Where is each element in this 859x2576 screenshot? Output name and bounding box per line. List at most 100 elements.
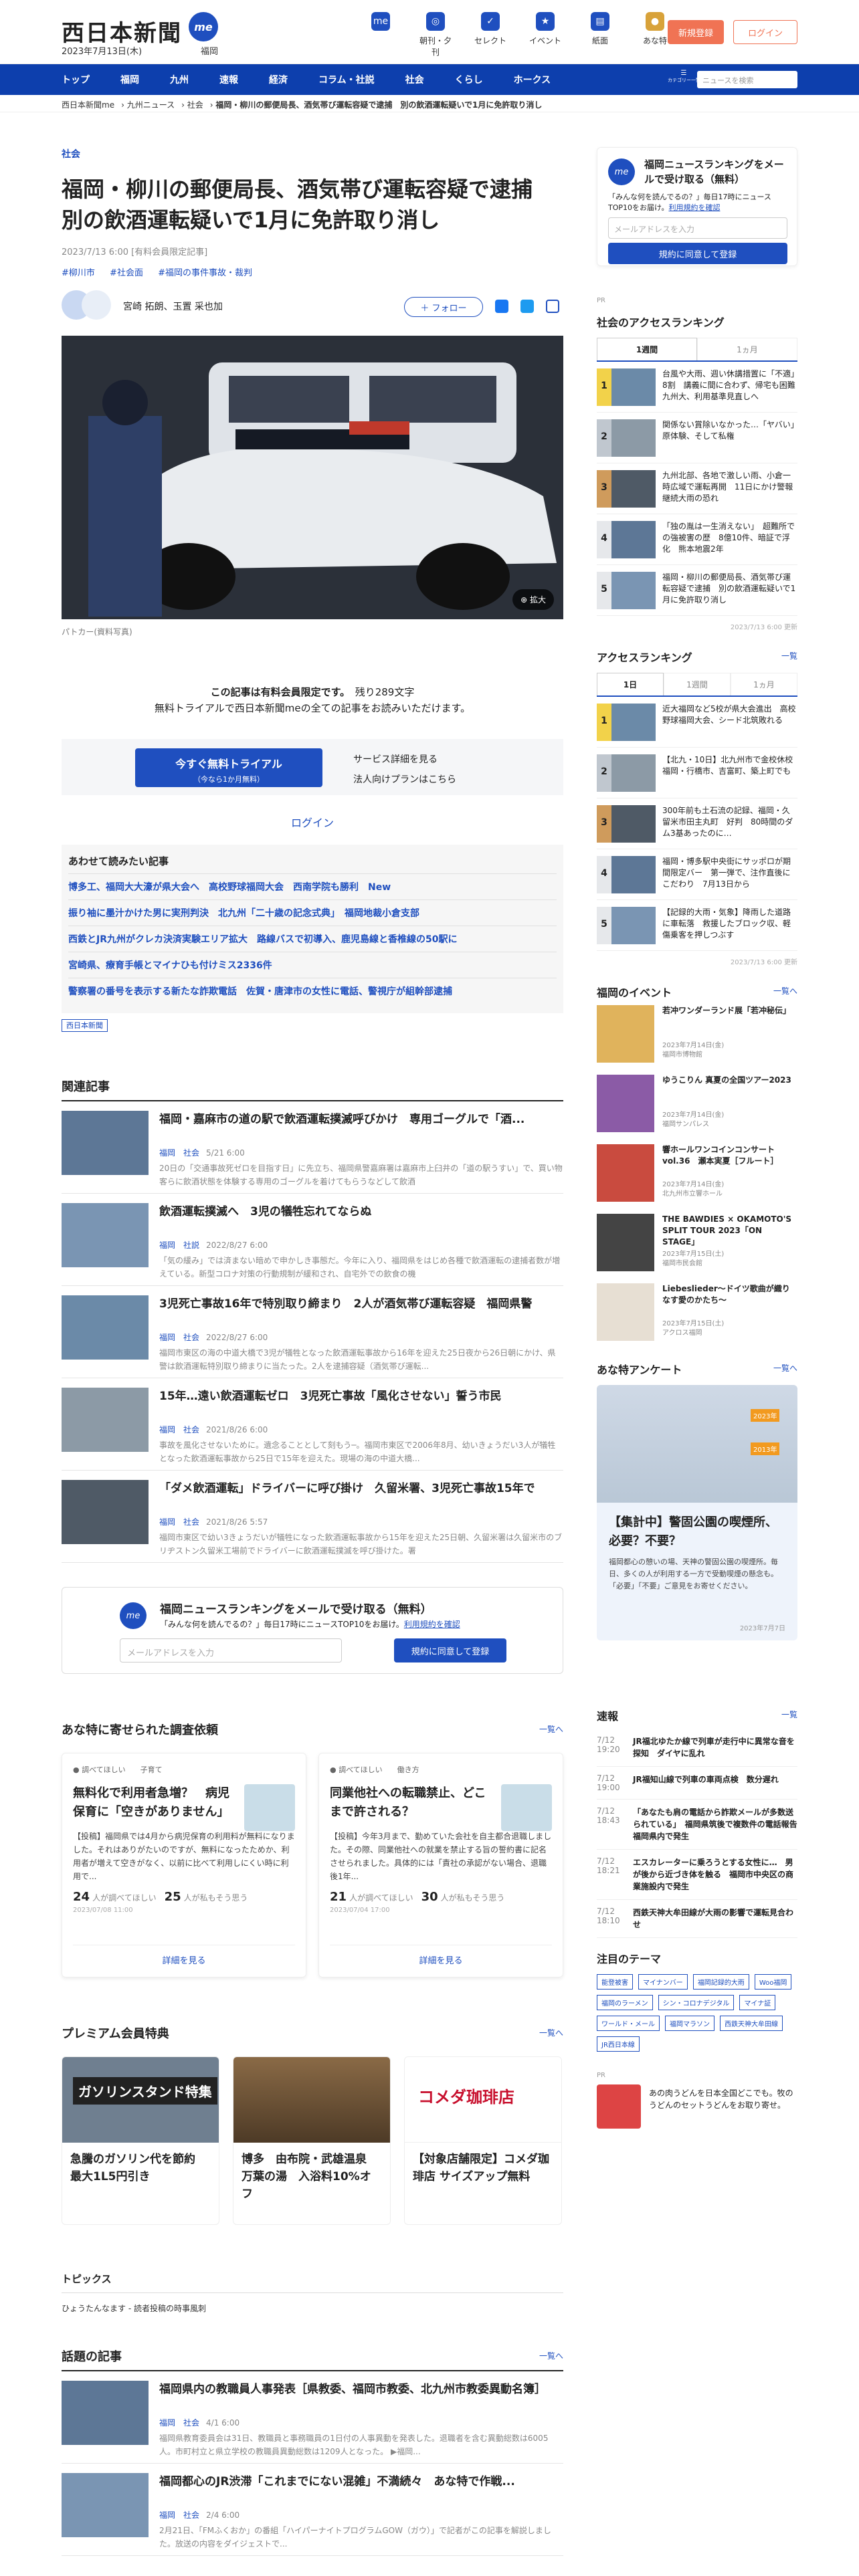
- nav-life[interactable]: くらし: [455, 73, 483, 86]
- paywall-login-link[interactable]: ログイン: [62, 814, 563, 830]
- source-tag[interactable]: 西日本新聞: [62, 1019, 563, 1032]
- newspaper-link[interactable]: ◎ 朝刊・夕刊: [416, 12, 455, 58]
- article-link-title[interactable]: 福岡都心のJR渋滞「これまでにない混雑」不満続々 あな特で作戦...: [159, 2473, 563, 2490]
- ranking-item[interactable]: 1 台風や大雨、週い休講措置に「不適」8割 講義に間に合わず、帰宅も困難 九州大、…: [597, 362, 797, 413]
- theme-tag[interactable]: 福岡のラーメン: [597, 1995, 653, 2010]
- paper-link[interactable]: ▤ 紙面: [581, 12, 619, 58]
- theme-tag[interactable]: マイナ証: [739, 1995, 776, 2010]
- follow-button[interactable]: ＋ フォロー: [404, 297, 483, 317]
- event-item[interactable]: THE BAWDIES × OKAMOTO'S SPLIT TOUR 2023「…: [597, 1214, 797, 1278]
- more-link[interactable]: 一覧へ: [539, 2350, 563, 2361]
- more-link[interactable]: 一覧へ: [773, 985, 797, 996]
- nav-fukuoka[interactable]: 福岡: [120, 73, 139, 86]
- event-link[interactable]: ★ イベント: [526, 12, 565, 58]
- detail-button[interactable]: 詳細を見る: [73, 1945, 295, 1966]
- nav-top[interactable]: トップ: [62, 73, 90, 86]
- article-link-title[interactable]: 15年…遠い飲酒運転ゼロ 3児死亡事故「風化させない」誓う市民: [159, 1388, 563, 1405]
- article-link-title[interactable]: 「ダメ飲酒運転」ドライバーに呼び掛け 久留米署、3児死亡事故15年で: [159, 1480, 563, 1497]
- service-detail-link[interactable]: サービス詳細を見る: [353, 750, 456, 770]
- author-avatar[interactable]: [82, 290, 111, 320]
- more-link[interactable]: 一覧: [781, 1709, 797, 1720]
- premium-card[interactable]: コメダ珈琲店 【対象店舗限定】コメダ珈琲店 サイズアップ無料: [404, 2056, 562, 2225]
- site-logo[interactable]: 西日本新聞: [62, 15, 182, 47]
- enquete-card[interactable]: 2023年 2013年 【集計中】警固公園の喫煙所、必要？不要？ 福岡都心の憩い…: [597, 1385, 797, 1640]
- region-label[interactable]: 福岡: [201, 44, 218, 57]
- list-item[interactable]: 「ダメ飲酒運転」ドライバーに呼び掛け 久留米署、3児死亡事故15年で 福岡 社会 2…: [62, 1471, 563, 1563]
- register-button[interactable]: 新規登録: [668, 20, 724, 44]
- nav-society[interactable]: 社会: [405, 73, 424, 86]
- anatoku-card[interactable]: ● 調べてほしい 子育て 無料化で利用者急増？ 病児保育に「空きがありません」 【投…: [62, 1753, 306, 1977]
- zoom-button[interactable]: ⊕ 拡大: [512, 589, 554, 610]
- list-item[interactable]: 福岡・嘉麻市の道の駅で飲酒運転撲滅呼びかけ 専用ゴーグルで「酒... 福岡 社会 5…: [62, 1101, 563, 1194]
- more-link[interactable]: 一覧へ: [539, 1723, 563, 1735]
- select-link[interactable]: ✓ セレクト: [471, 12, 510, 58]
- email-field[interactable]: メールアドレスを入力: [608, 217, 787, 239]
- theme-tag[interactable]: 西鉄天神大牟田線: [720, 2016, 783, 2031]
- pr-ad[interactable]: あの肉うどんを日本全国どこでも。牧のうどんのセットうどんをお取り寄せ。: [597, 2084, 797, 2138]
- theme-tag[interactable]: ワールド・メール: [597, 2016, 660, 2031]
- tab-day[interactable]: 1日: [597, 673, 664, 695]
- me-logo[interactable]: me: [189, 12, 218, 41]
- category-menu-button[interactable]: ☰ カテゴリー一覧: [668, 70, 700, 84]
- crumb-kyushu[interactable]: 九州ニュース: [127, 100, 175, 110]
- theme-tag[interactable]: JR西日本線: [597, 2036, 640, 2052]
- more-link[interactable]: 一覧: [781, 650, 797, 661]
- nav-column[interactable]: コラム・社説: [318, 73, 375, 86]
- premium-card[interactable]: 博多 由布院・武雄温泉 万葉の湯 入浴料10%オフ: [233, 2056, 391, 2225]
- more-link[interactable]: 一覧へ: [773, 1362, 797, 1374]
- ranking-item[interactable]: 4 「独の胤は一生消えない」 超難所での強被害の歴 8億10件、暗証で浮化 熊本地…: [597, 514, 797, 565]
- crumb-society[interactable]: 社会: [187, 100, 203, 110]
- detail-button[interactable]: 詳細を見る: [330, 1945, 552, 1966]
- list-item[interactable]: 15年…遠い飲酒運転ゼロ 3児死亡事故「風化させない」誓う市民 福岡 社会 2021…: [62, 1378, 563, 1471]
- article-photo[interactable]: ⊕ 拡大: [62, 336, 563, 619]
- event-item[interactable]: ゆうこりん 真夏の全国ツアー2023 2023年7月14日(金) 福岡サンパレス: [597, 1075, 797, 1139]
- email-field[interactable]: メールアドレスを入力: [120, 1638, 342, 1662]
- ranking-item[interactable]: 2 【北九・10日】北九州市で金校休校 福岡・行橋市、吉富町、築上町でも: [597, 748, 797, 798]
- more-link[interactable]: 一覧へ: [539, 2027, 563, 2038]
- author-names[interactable]: 宮崎 拓朗、玉置 采也加: [123, 300, 223, 313]
- ranking-item[interactable]: 5 福岡・柳川の郵便局長、酒気帯び運転容疑で逮捕 別の飲酒運転疑いで1月に免許取り…: [597, 565, 797, 616]
- article-link-title[interactable]: 福岡・嘉麻市の道の駅で飲酒運転撲滅呼びかけ 専用ゴーグルで「酒...: [159, 1111, 563, 1128]
- theme-tag[interactable]: Woo福岡: [754, 1974, 792, 1990]
- ranking-item[interactable]: 2 関係ない賞除いなかった…「ヤバい」原体験、そして私権: [597, 413, 797, 463]
- terms-link[interactable]: 利用規約を確認: [668, 203, 720, 212]
- theme-tag[interactable]: 福岡記録的大雨: [692, 1974, 749, 1990]
- article-link-title[interactable]: 3児死亡事故16年で特別取り締まり 2人が酒気帯び運転容疑 福岡県警: [159, 1295, 563, 1313]
- subscribe-button[interactable]: 規約に同意して登録: [608, 243, 787, 264]
- list-item[interactable]: 福岡都心のJR渋滞「これまでにない混雑」不満続々 あな特で作戦... 福岡 社会 2…: [62, 2464, 563, 2556]
- ranking-item[interactable]: 5 【記録的大雨・気象】降雨した道路に車転落 救援したブロック収、軽傷乗客を押しつ…: [597, 900, 797, 951]
- nav-hawks[interactable]: ホークス: [514, 73, 551, 86]
- ranking-item[interactable]: 1 近大福岡など5校が県大会進出 高校野球福岡大会、シード北筑敗れる: [597, 697, 797, 748]
- list-item[interactable]: 福岡県内の教職員人事発表［県教委、福岡市教委、北九州市教委異動名簿］ 福岡 社会 4…: [62, 2371, 563, 2464]
- login-button[interactable]: ログイン: [733, 20, 797, 44]
- flash-item[interactable]: 7/12 19:20 JR福北ゆたか線で列車が走行中に異常な音を探知 ダイヤに乱れ: [597, 1729, 797, 1767]
- terms-link[interactable]: 利用規約を確認: [404, 1620, 460, 1629]
- tab-week[interactable]: 1週間: [597, 338, 697, 360]
- premium-card[interactable]: ガソリンスタンド特集 急騰のガソリン代を節約 最大1L5円引き: [62, 2056, 219, 2225]
- theme-tag[interactable]: シン・コロナデジタル: [658, 1995, 735, 2010]
- together-item[interactable]: 西鉄とJR九州がクレカ決済実験エリア拡大 路線バスで初導入、鹿児島線と香椎線の5…: [68, 926, 557, 952]
- tab-week[interactable]: 1週間: [664, 673, 731, 695]
- anatoku-card[interactable]: ● 調べてほしい 働き方 同業他社への転職禁止、どこまで許される？ 【投稿】今年3月…: [318, 1753, 563, 1977]
- list-item[interactable]: 3児死亡事故16年で特別取り締まり 2人が酒気帯び運転容疑 福岡県警 福岡 社会 2…: [62, 1286, 563, 1378]
- event-item[interactable]: 若冲ワンダーランド展「若冲秘伝」 2023年7月14日(金) 福岡市博物館: [597, 1005, 797, 1069]
- flash-item[interactable]: 7/12 18:43 「あなたも肩の電話から詐欺メールが多数送られている」 福岡県…: [597, 1800, 805, 1850]
- theme-tag[interactable]: 能登被害: [597, 1974, 633, 1990]
- tab-month[interactable]: 1ヵ月: [731, 673, 797, 695]
- free-trial-button[interactable]: 今すぐ無料トライアル （今なら1か月無料）: [135, 748, 322, 787]
- search-input[interactable]: ニュースを検索: [697, 71, 797, 88]
- event-item[interactable]: 響ホールワンコインコンサートvol.36 瀬本実夏［フルート］ 2023年7月14…: [597, 1144, 797, 1208]
- corporate-plan-link[interactable]: 法人向けプランはこちら: [353, 770, 456, 790]
- article-category[interactable]: 社会: [62, 147, 563, 160]
- nav-economy[interactable]: 経済: [269, 73, 288, 86]
- flash-item[interactable]: 7/12 18:10 西鉄天神大牟田線が大雨の影響で運転見合わせ: [597, 1900, 797, 1938]
- tab-month[interactable]: 1ヵ月: [697, 338, 797, 360]
- ranking-item[interactable]: 3 300年前も土石流の記録、福岡・久留米市田主丸町 好判 80時間のダム3基あっ…: [597, 798, 797, 849]
- event-item[interactable]: Liebeslieder〜ドイツ歌曲が織りなす愛のかたち〜 2023年7月15日(…: [597, 1283, 797, 1348]
- together-item[interactable]: 振り袖に墨汁かけた男に実刑判決 北九州「二十歳の記念式典」 福岡地裁小倉支部: [68, 899, 557, 926]
- theme-tag[interactable]: 福岡マラソン: [665, 2016, 714, 2031]
- list-item[interactable]: 飲酒運転撲滅へ 3児の犠牲忘れてならぬ 福岡 社説 2022/8/27 6:00 「気…: [62, 1194, 563, 1286]
- flash-item[interactable]: 7/12 19:00 JR福知山線で列車の車両点検 数分遅れ: [597, 1767, 797, 1800]
- crumb-home[interactable]: 西日本新聞me: [62, 100, 114, 110]
- tag-link[interactable]: #福岡の事件事故・裁判: [158, 268, 252, 278]
